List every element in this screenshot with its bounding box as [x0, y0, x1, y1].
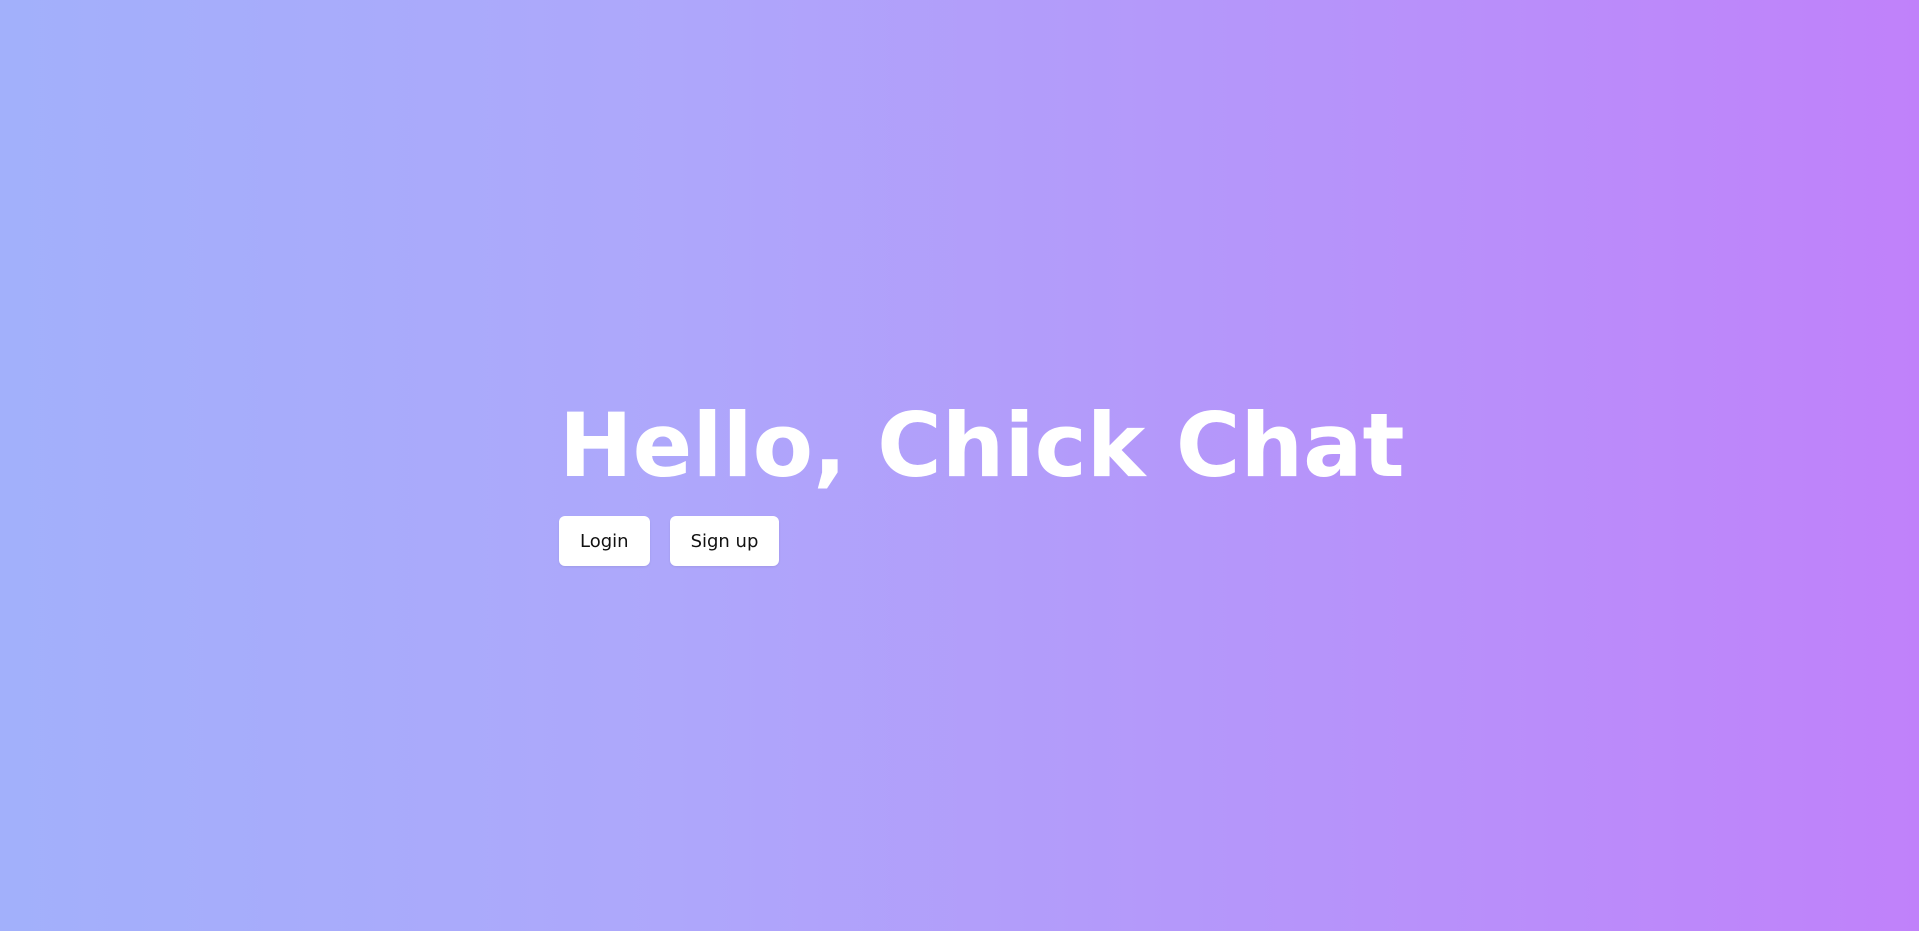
page-title: Hello, Chick Chat	[559, 394, 1405, 497]
landing-page: { "hero": { "title": "Hello, Chick Chat"…	[0, 0, 1919, 931]
signup-button[interactable]: Sign up	[669, 516, 780, 566]
auth-actions: Login Sign up	[559, 516, 1405, 566]
hero-section: Hello, Chick Chat Login Sign up	[559, 396, 1405, 566]
login-button[interactable]: Login	[559, 516, 650, 566]
